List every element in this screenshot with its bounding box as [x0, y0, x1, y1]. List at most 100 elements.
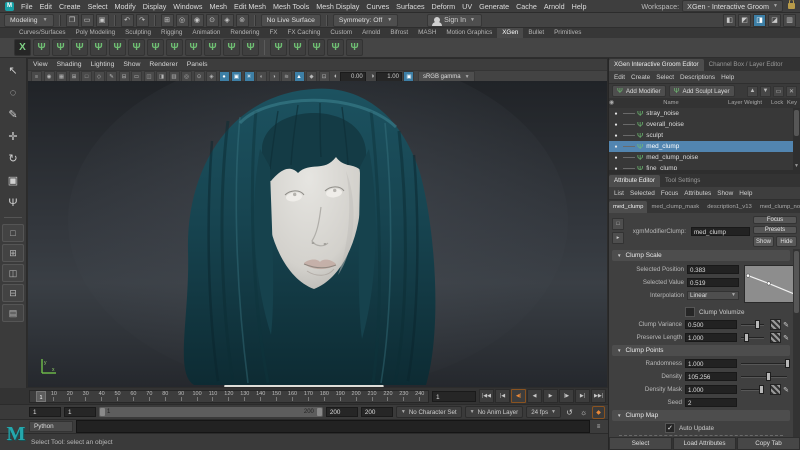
edit-expression-icon[interactable]: ✎	[783, 321, 789, 329]
panel-menu-item[interactable]: Panels	[187, 61, 208, 68]
menubar-item[interactable]: Display	[143, 2, 167, 11]
shelf-tab[interactable]: FX Caching	[283, 28, 326, 38]
selected-position-field[interactable]: 0.383	[687, 265, 739, 274]
play-forwards-button[interactable]: ▶	[543, 389, 558, 403]
tab-channel-box[interactable]: Channel Box / Layer Editor	[704, 59, 788, 71]
node-tab[interactable]: med_clump_mask	[647, 201, 703, 213]
visibility-dot-icon[interactable]: ●	[609, 122, 623, 128]
snap-to-curve-icon[interactable]: ◎	[175, 13, 189, 27]
add-sculpt-layer-button[interactable]: Ψ Add Sculpt Layer	[668, 85, 735, 97]
auto-update-checkbox[interactable]: ✓	[665, 423, 675, 433]
med_clump_noise[interactable]: ● med_clump_noise	[609, 152, 800, 163]
density-mask-field[interactable]: 1.000	[685, 385, 737, 394]
comb-brush-icon[interactable]: Ψ	[128, 39, 145, 56]
panel-menu-item[interactable]: Renderer	[149, 61, 177, 68]
persp-graph-layout-button[interactable]: ⊟	[2, 284, 24, 302]
snap-to-point-icon[interactable]: ◉	[190, 13, 204, 27]
ae-menu-item[interactable]: List	[614, 190, 624, 197]
shelf-tab[interactable]: Sculpting	[120, 28, 156, 38]
attribute-editor-toggle-icon[interactable]: ◨	[753, 13, 766, 27]
create-description-icon[interactable]: Ψ	[52, 39, 69, 56]
shelf-tab[interactable]: Arnold	[357, 28, 385, 38]
node-tab[interactable]: description1_v13	[703, 201, 756, 213]
delete-layer-icon[interactable]: ✕	[786, 85, 797, 97]
map-texture-icon[interactable]	[770, 332, 782, 343]
menubar-item[interactable]: Generate	[479, 2, 509, 11]
shelf-tab[interactable]: Motion Graphics	[441, 28, 497, 38]
move-tool[interactable]: ✛	[3, 126, 24, 147]
current-frame-marker[interactable]: 1	[36, 390, 46, 402]
move-layer-down-icon[interactable]: ▼	[760, 85, 771, 97]
groom-menu-item[interactable]: Help	[721, 74, 734, 81]
node-tab[interactable]: med_clump	[609, 201, 648, 213]
clump-brush-icon[interactable]: Ψ	[223, 39, 240, 56]
randomness-slider[interactable]	[741, 359, 790, 368]
menubar-item[interactable]: File	[21, 2, 33, 11]
command-language-toggle[interactable]: Python	[29, 421, 73, 432]
go-to-start-button[interactable]: |◀◀	[479, 389, 494, 403]
modeling-toolkit-toggle-icon[interactable]: ◧	[723, 13, 736, 27]
shelf-tab[interactable]: XGen	[497, 28, 524, 38]
show-button[interactable]: Show	[753, 236, 774, 247]
selected-value-field[interactable]: 0.519	[687, 278, 739, 287]
focus-button[interactable]: Focus	[753, 216, 797, 224]
groom-menu-item[interactable]: Edit	[614, 74, 625, 81]
fine_clump[interactable]: ● fine_clump	[609, 163, 800, 170]
tab-xgen-groom-editor[interactable]: XGen Interactive Groom Editor	[609, 59, 704, 71]
workspace-dropdown[interactable]: XGen - Interactive Groom ▼	[682, 0, 783, 12]
xgen-groom-tool[interactable]: Ψ	[3, 192, 24, 213]
command-input[interactable]	[76, 420, 590, 433]
ae-menu-item[interactable]: Help	[739, 190, 752, 197]
step-forward-frame-button[interactable]: ▶|	[575, 389, 590, 403]
gamma-field[interactable]: 1.00	[375, 71, 402, 82]
sign-in-button[interactable]: Sign In ▼	[427, 13, 482, 27]
layer-list-scrollbar[interactable]: ▼	[793, 108, 800, 170]
perspective-viewport[interactable]: View Shading Lighting Show Renderer Panels ≡ ◉…	[27, 58, 608, 388]
sculpt-guides-icon[interactable]: Ψ	[109, 39, 126, 56]
undo-icon[interactable]: ↶	[120, 13, 134, 27]
menubar-item[interactable]: Cache	[516, 2, 537, 11]
step-back-frame-button[interactable]: |◀	[495, 389, 510, 403]
open-scene-icon[interactable]: ▭	[80, 13, 94, 27]
menu-set-dropdown[interactable]: Modeling ▼	[4, 13, 54, 27]
presets-button[interactable]: Presets	[753, 226, 797, 234]
fps-dropdown[interactable]: 24 fps ▼	[526, 406, 561, 418]
ae-menu-item[interactable]: Selected	[630, 190, 655, 197]
shelf-tab[interactable]: Bullet	[523, 28, 549, 38]
panel-menu-item[interactable]: Shading	[57, 61, 82, 68]
channel-box-toggle-icon[interactable]: ▥	[783, 13, 796, 27]
attribute-scrollbar[interactable]	[793, 249, 800, 437]
shelf-tab[interactable]: Poly Modeling	[71, 28, 121, 38]
med_clump[interactable]: ● med_clump	[609, 141, 800, 152]
section-clump-scale[interactable]: ▼ Clump Scale	[612, 250, 790, 261]
playback-end-field[interactable]: 200	[325, 407, 358, 417]
step-back-key-button[interactable]: ◀|	[511, 389, 526, 403]
four-pane-layout-button[interactable]: ⊞	[2, 244, 24, 262]
shelf-tab[interactable]: Animation	[187, 28, 225, 38]
groom-menu-item[interactable]: Create	[631, 74, 650, 81]
current-frame-field[interactable]: 1	[432, 390, 476, 402]
smooth-brush-icon[interactable]: Ψ	[289, 39, 306, 56]
map-texture-icon[interactable]	[770, 384, 782, 395]
outliner-layout-button[interactable]: ▤	[2, 304, 24, 322]
groom-menu-item[interactable]: Select	[656, 74, 674, 81]
viewport-canvas[interactable]: y x	[28, 81, 607, 387]
sculpt[interactable]: ● sculpt	[609, 130, 800, 141]
scale-tool[interactable]: ▣	[3, 170, 24, 191]
pin-node-icon[interactable]: □	[612, 218, 624, 230]
exposure-icon[interactable]: ◐	[334, 73, 338, 80]
menubar-item[interactable]: Edit	[40, 2, 52, 11]
visibility-dot-icon[interactable]: ●	[609, 133, 623, 139]
section-clump-map[interactable]: ▼ Clump Map	[612, 410, 790, 421]
symmetry-dropdown[interactable]: Symmetry: Off ▼	[332, 13, 399, 27]
cut-brush-icon[interactable]: Ψ	[166, 39, 183, 56]
playback-start-field[interactable]: 1	[64, 407, 96, 417]
clump-scale-ramp[interactable]	[744, 265, 800, 303]
gamma-icon[interactable]: ◑	[370, 73, 374, 80]
map-texture-icon[interactable]	[770, 319, 782, 330]
shelf-tab[interactable]: Bifrost	[385, 28, 413, 38]
paint-select-tool[interactable]: ✎	[3, 104, 24, 125]
density-slider[interactable]	[741, 372, 787, 381]
select-tool[interactable]: ↖	[3, 60, 24, 81]
stray_noise[interactable]: ● stray_noise	[609, 108, 800, 119]
